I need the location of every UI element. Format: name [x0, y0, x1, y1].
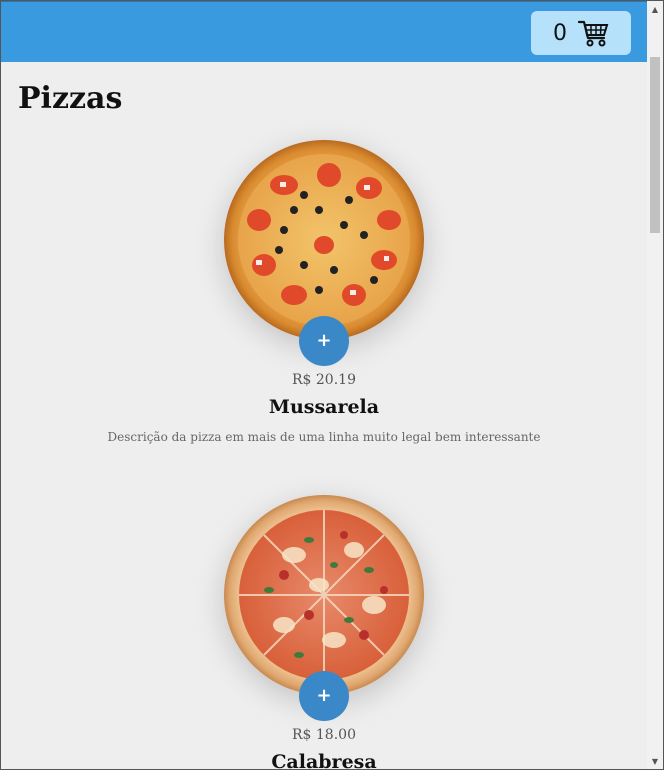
pizza-card-calabresa: + R$ 18.00 Calabresa [1, 495, 647, 769]
pizza-price-calabresa: R$ 18.00 [292, 727, 356, 743]
add-to-cart-button-mussarela[interactable]: + [299, 316, 349, 366]
app-window: 0 Pizzas + R$ 20.19 Mussarela Descrição … [0, 0, 664, 770]
pizza-image-calabresa [224, 495, 424, 695]
cart-button[interactable]: 0 [531, 11, 631, 55]
page-title: Pizzas [18, 81, 123, 116]
main-content: Pizzas + R$ 20.19 Mussarela Descrição da… [1, 62, 647, 769]
cart-count: 0 [553, 20, 567, 46]
scroll-up-arrow-icon[interactable]: ▲ [647, 1, 663, 17]
cart-icon [577, 19, 609, 47]
scrollbar-thumb[interactable] [650, 57, 660, 233]
pizza-name-mussarela: Mussarela [268, 396, 380, 418]
pizza-image-mussarela [224, 140, 424, 340]
pizza-name-calabresa: Calabresa [271, 751, 377, 770]
add-to-cart-button-calabresa[interactable]: + [299, 671, 349, 721]
vertical-scrollbar[interactable]: ▲ ▼ [647, 1, 663, 769]
scroll-down-arrow-icon[interactable]: ▼ [647, 753, 663, 769]
pizza-description-mussarela: Descrição da pizza em mais de uma linha … [107, 430, 541, 444]
top-bar: 0 [1, 1, 647, 62]
pizza-price-mussarela: R$ 20.19 [292, 372, 356, 388]
pizza-card-mussarela: + R$ 20.19 Mussarela Descrição da pizza … [1, 140, 647, 444]
